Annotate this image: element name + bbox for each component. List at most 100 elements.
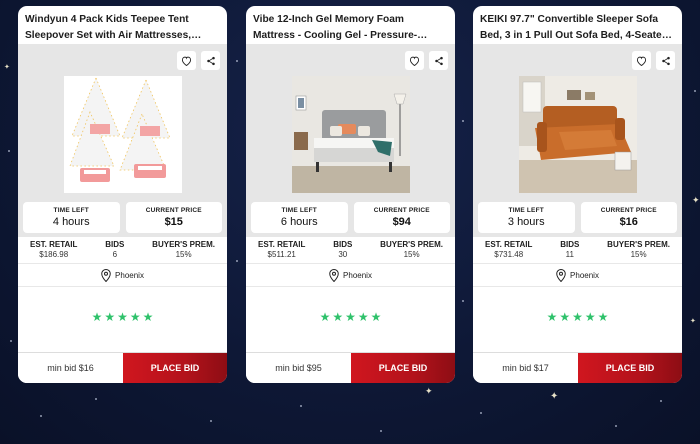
buyers-premium: BUYER'S PREM. 15% (607, 240, 670, 259)
est-retail-label: EST. RETAIL (258, 240, 306, 249)
star-icon: ★ (370, 310, 382, 324)
min-bid-text: min bid $17 (473, 353, 578, 383)
star-icon: ★ (142, 310, 154, 324)
current-price-box: CURRENT PRICE $16 (580, 202, 677, 233)
est-retail: EST. RETAIL $186.98 (30, 240, 77, 259)
current-price-label: CURRENT PRICE (373, 207, 430, 214)
stats-row: EST. RETAIL $731.48 BIDS 11 BUYER'S PREM… (473, 237, 682, 263)
share-button[interactable] (656, 51, 675, 70)
mattress-bedroom-image (291, 76, 410, 193)
bids: BIDS 6 (105, 240, 124, 259)
product-photo[interactable] (63, 76, 182, 193)
location-text: Phoenix (343, 270, 372, 280)
product-photo[interactable] (518, 76, 637, 193)
price-section: TIME LEFT 6 hours CURRENT PRICE $94 (246, 198, 455, 237)
auction-card[interactable]: Windyun 4 Pack Kids Teepee Tent Sleepove… (18, 6, 227, 383)
buyers-premium-label: BUYER'S PREM. (152, 240, 215, 249)
star-icon: ★ (572, 310, 583, 324)
time-left-value: 3 hours (507, 216, 545, 228)
est-retail: EST. RETAIL $511.21 (258, 240, 305, 259)
time-left-label: TIME LEFT (281, 207, 317, 214)
product-image-area (18, 44, 227, 198)
rating-stars: ★ ★ ★ ★ ★ (246, 287, 455, 347)
star-icon: ★ (332, 310, 344, 324)
bids-label: BIDS (105, 240, 125, 249)
est-retail: EST. RETAIL $731.48 (485, 240, 532, 259)
product-image-area (246, 44, 455, 198)
stats-row: EST. RETAIL $511.21 BIDS 30 BUYER'S PREM… (246, 237, 455, 263)
product-title[interactable]: Vibe 12-Inch Gel Memory Foam Mattress - … (246, 6, 455, 44)
location-text: Phoenix (115, 270, 144, 280)
buyers-premium: BUYER'S PREM. 15% (380, 240, 443, 259)
buyers-premium-label: BUYER'S PREM. (380, 240, 443, 249)
favorite-button[interactable] (177, 51, 196, 70)
location-pin-icon (329, 268, 339, 282)
star-icon: ★ (546, 310, 558, 324)
est-retail-value: $511.21 (267, 250, 296, 259)
bids: BIDS 11 (560, 240, 579, 259)
current-price-label: CURRENT PRICE (600, 207, 657, 214)
star-icon: ★ (559, 310, 571, 324)
favorite-button[interactable] (405, 51, 424, 70)
time-left-box: TIME LEFT 6 hours (251, 202, 348, 233)
est-retail-label: EST. RETAIL (30, 240, 78, 249)
background-star: ✦ (4, 64, 10, 71)
product-title[interactable]: KEIKI 97.7" Convertible Sleeper Sofa Bed… (473, 6, 682, 44)
background-star: ✦ (550, 391, 559, 402)
star-icon: ★ (597, 310, 609, 324)
bids-value: 6 (112, 250, 118, 259)
star-icon: ★ (104, 310, 116, 324)
share-button[interactable] (201, 51, 220, 70)
star-icon: ★ (584, 310, 596, 324)
product-image-area (473, 44, 682, 198)
min-bid-text: min bid $95 (246, 353, 351, 383)
background-star: ✦ (690, 318, 696, 325)
bid-row: min bid $16 PLACE BID (18, 352, 227, 383)
buyers-premium: BUYER'S PREM. 15% (152, 240, 215, 259)
bid-row: min bid $17 PLACE BID (473, 352, 682, 383)
est-retail-value: $186.98 (39, 250, 69, 259)
current-price-value: $15 (164, 216, 183, 228)
current-price-label: CURRENT PRICE (145, 207, 202, 214)
location-text: Phoenix (570, 270, 599, 280)
auction-card[interactable]: KEIKI 97.7" Convertible Sleeper Sofa Bed… (473, 6, 682, 383)
location: Phoenix (246, 263, 455, 287)
buyers-premium-value: 15% (403, 250, 420, 259)
share-button[interactable] (429, 51, 448, 70)
place-bid-button[interactable]: PLACE BID (123, 353, 227, 383)
bids-value: 30 (338, 250, 348, 259)
favorite-button[interactable] (632, 51, 651, 70)
heart-icon (409, 56, 420, 66)
place-bid-button[interactable]: PLACE BID (351, 353, 455, 383)
location-pin-icon (556, 268, 566, 282)
product-photo[interactable] (291, 76, 410, 193)
buyers-premium-value: 15% (175, 250, 192, 259)
share-icon (434, 56, 443, 65)
time-left-box: TIME LEFT 4 hours (23, 202, 120, 233)
location-pin-icon (101, 268, 111, 282)
current-price-box: CURRENT PRICE $94 (353, 202, 450, 233)
star-icon: ★ (91, 310, 103, 324)
time-left-label: TIME LEFT (508, 207, 544, 214)
star-icon: ★ (319, 310, 331, 324)
time-left-box: TIME LEFT 3 hours (478, 202, 575, 233)
star-icon: ★ (345, 310, 356, 324)
current-price-box: CURRENT PRICE $15 (125, 202, 222, 233)
rating-stars: ★ ★ ★ ★ ★ (18, 287, 227, 347)
star-icon: ★ (129, 310, 141, 324)
est-retail-label: EST. RETAIL (485, 240, 533, 249)
buyers-premium-label: BUYER'S PREM. (607, 240, 670, 249)
share-icon (661, 56, 670, 65)
product-title[interactable]: Windyun 4 Pack Kids Teepee Tent Sleepove… (18, 6, 227, 44)
background-star: ✦ (425, 386, 433, 396)
location: Phoenix (18, 263, 227, 287)
auction-card[interactable]: Vibe 12-Inch Gel Memory Foam Mattress - … (246, 6, 455, 383)
place-bid-button[interactable]: PLACE BID (578, 353, 682, 383)
time-left-label: TIME LEFT (53, 207, 89, 214)
buyers-premium-value: 15% (630, 250, 647, 259)
star-icon: ★ (357, 310, 369, 324)
bids-label: BIDS (333, 240, 353, 249)
star-icon: ★ (117, 310, 128, 324)
share-icon (206, 56, 215, 65)
bids-label: BIDS (560, 240, 580, 249)
